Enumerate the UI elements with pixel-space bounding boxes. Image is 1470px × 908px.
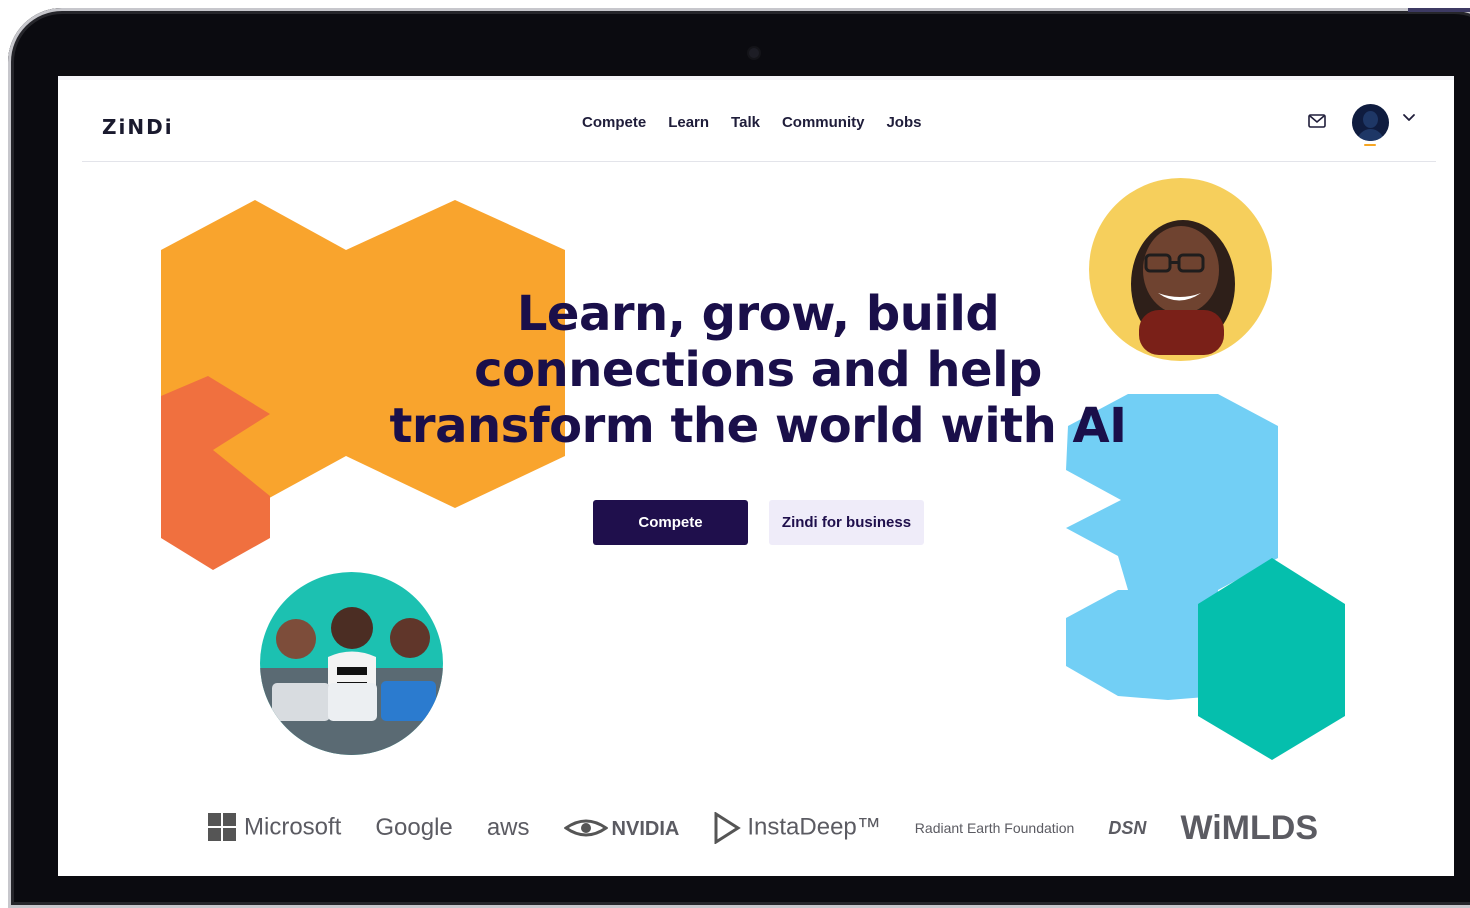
partner-wimlds: WiMLDS [1180, 808, 1318, 847]
group-illustration [260, 607, 443, 755]
partner-google: Google [375, 814, 453, 841]
compete-button[interactable]: Compete [593, 500, 748, 545]
partner-dsn: DSN [1108, 817, 1147, 838]
camera [749, 48, 759, 58]
partner-microsoft: Microsoft [208, 813, 341, 843]
partner-instadeep: InstaDeep™ [713, 811, 881, 845]
blue-shape-bottom [1066, 590, 1218, 700]
partner-label: Microsoft [244, 813, 342, 841]
zindi-for-business-button[interactable]: Zindi for business [769, 500, 924, 545]
decorative-shapes [161, 200, 1345, 760]
microsoft-icon [208, 813, 236, 841]
corner-tab [1408, 8, 1470, 12]
partner-logos: Microsoft Google aws NVIDIA InstaDeep™ R… [208, 808, 1318, 848]
partner-nvidia: NVIDIA [562, 814, 680, 843]
nvidia-eye-icon [562, 819, 609, 837]
hero-headline: Learn, grow, build connections and help … [389, 286, 1127, 454]
partner-radiant-earth: Radiant Earth Foundation [914, 820, 1075, 836]
partner-aws: aws [486, 814, 530, 841]
browser-screen: ZiNDi Compete Learn Talk Community Jobs [58, 76, 1454, 876]
group-photo [260, 572, 443, 755]
laptop-frame: ZiNDi Compete Learn Talk Community Jobs [8, 8, 1470, 908]
partner-label: NVIDIA [611, 817, 680, 840]
partner-label: InstaDeep™ [747, 813, 881, 841]
play-triangle-icon [714, 811, 742, 845]
